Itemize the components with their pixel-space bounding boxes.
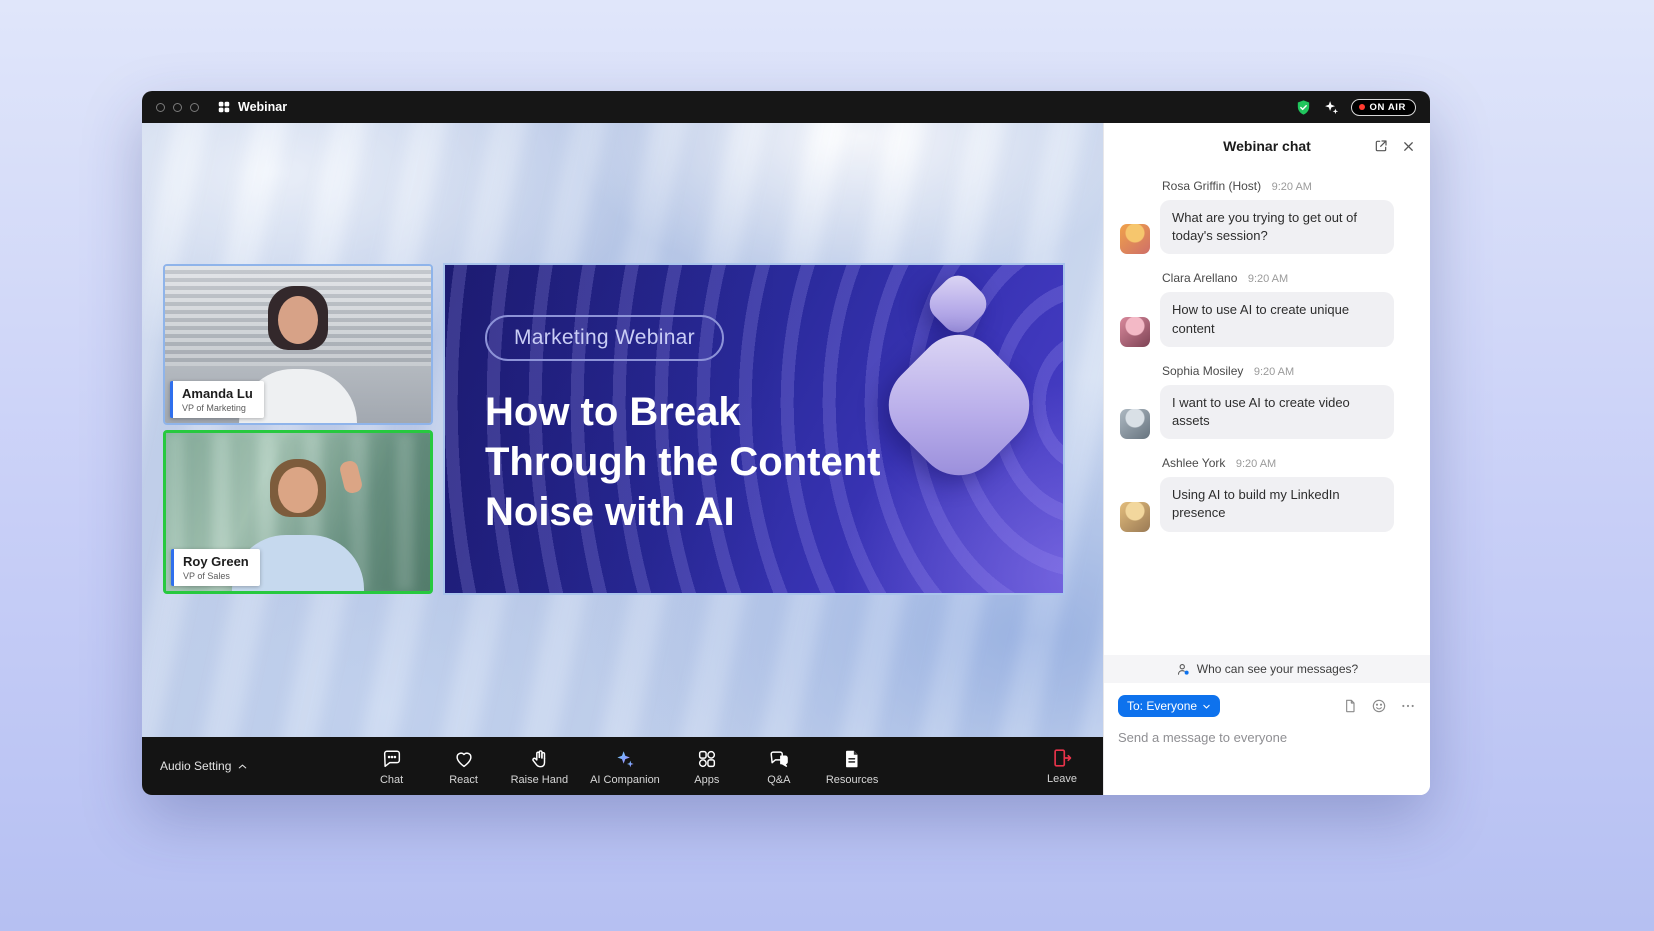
message-bubble: How to use AI to create unique content (1160, 292, 1394, 346)
chat-title: Webinar chat (1223, 138, 1311, 154)
message-time: 9:20 AM (1236, 458, 1276, 470)
chat-message-list[interactable]: Rosa Griffin (Host) 9:20 AM What are you… (1104, 169, 1430, 655)
chat-message: Ashlee York 9:20 AM Using AI to build my… (1120, 454, 1414, 531)
chat-message: Clara Arellano 9:20 AM How to use AI to … (1120, 269, 1414, 346)
shared-presentation-slide: Marketing Webinar How to Break Through t… (443, 263, 1065, 595)
qa-button[interactable]: Q&A (750, 744, 808, 788)
chat-message: Sophia Mosiley 9:20 AM I want to use AI … (1120, 362, 1414, 439)
chat-message: Rosa Griffin (Host) 9:20 AM What are you… (1120, 177, 1414, 254)
on-air-badge: ON AIR (1351, 99, 1417, 116)
recipient-selector[interactable]: To: Everyone (1118, 695, 1220, 717)
pop-out-icon[interactable] (1373, 138, 1389, 154)
window-maximize-button[interactable] (190, 103, 199, 112)
chat-composer: To: Everyone (1104, 683, 1430, 795)
webinar-chat-panel: Webinar chat (1103, 123, 1430, 795)
message-bubble: I want to use AI to create video assets (1160, 385, 1394, 439)
avatar (1120, 317, 1150, 347)
avatar (1120, 409, 1150, 439)
message-author: Rosa Griffin (Host) (1162, 179, 1261, 193)
message-author: Ashlee York (1162, 456, 1225, 470)
participant-tile-roy[interactable]: Roy Green VP of Sales (163, 430, 433, 594)
person-status-icon (1176, 662, 1191, 677)
message-bubble: What are you trying to get out of today'… (1160, 200, 1394, 254)
message-time: 9:20 AM (1254, 366, 1294, 378)
ai-sparkle-icon (614, 748, 636, 770)
message-bubble: Using AI to build my LinkedIn presence (1160, 477, 1394, 531)
participant-tile-amanda[interactable]: Amanda Lu VP of Marketing (163, 264, 433, 425)
chat-bubble-icon (381, 748, 403, 770)
message-time: 9:20 AM (1248, 273, 1288, 285)
participant-name: Roy Green (183, 554, 249, 569)
nametag: Amanda Lu VP of Marketing (170, 381, 264, 418)
close-icon[interactable] (1401, 139, 1416, 154)
participant-role: VP of Marketing (182, 403, 253, 413)
ai-sparkle-icon[interactable] (1323, 99, 1340, 116)
chat-button[interactable]: Chat (363, 744, 421, 788)
leave-button[interactable]: Leave (1047, 747, 1077, 785)
window-minimize-button[interactable] (173, 103, 182, 112)
participant-role: VP of Sales (183, 571, 249, 581)
chat-message-input[interactable] (1118, 730, 1416, 745)
avatar (1120, 502, 1150, 532)
message-time: 9:20 AM (1272, 181, 1312, 193)
heart-icon (453, 748, 475, 770)
raise-hand-button[interactable]: Raise Hand (507, 744, 572, 788)
window-close-button[interactable] (156, 103, 165, 112)
shield-check-icon[interactable] (1295, 99, 1312, 116)
window-controls (156, 103, 199, 112)
resources-button[interactable]: Resources (822, 744, 883, 788)
webinar-stage: Amanda Lu VP of Marketing Roy Green VP (142, 123, 1103, 795)
qa-bubbles-icon (768, 748, 790, 770)
message-author: Clara Arellano (1162, 271, 1237, 285)
participant-name: Amanda Lu (182, 386, 253, 401)
audio-setting-label: Audio Setting (160, 759, 231, 773)
file-attach-icon[interactable] (1342, 698, 1358, 714)
document-icon (841, 748, 863, 770)
message-author: Sophia Mosiley (1162, 364, 1243, 378)
meeting-toolbar: Audio Setting Chat (142, 737, 1103, 795)
slide-title: How to Break Through the Content Noise w… (485, 387, 880, 537)
avatar (1120, 224, 1150, 254)
on-air-label: ON AIR (1370, 102, 1407, 113)
ai-companion-button[interactable]: AI Companion (586, 744, 664, 788)
leave-door-icon (1051, 747, 1073, 769)
app-title: Webinar (238, 100, 287, 114)
titlebar: Webinar ON AIR (142, 91, 1430, 123)
message-visibility-note: Who can see your messages? (1104, 655, 1430, 683)
emoji-icon[interactable] (1371, 698, 1387, 714)
apps-grid-icon (696, 748, 718, 770)
people-grid-icon (217, 100, 231, 114)
apps-button[interactable]: Apps (678, 744, 736, 788)
raised-hand-icon (528, 748, 550, 770)
audio-setting-button[interactable]: Audio Setting (160, 759, 248, 773)
chevron-up-icon (237, 761, 248, 772)
video-area: Amanda Lu VP of Marketing Roy Green VP (142, 123, 1103, 737)
chevron-down-icon (1202, 702, 1211, 711)
more-options-icon[interactable] (1400, 698, 1416, 714)
nametag: Roy Green VP of Sales (171, 549, 260, 586)
chat-header: Webinar chat (1104, 123, 1430, 169)
webinar-window: Webinar ON AIR (142, 91, 1430, 795)
app-label: Webinar (217, 100, 287, 114)
on-air-dot (1359, 104, 1365, 110)
slide-badge: Marketing Webinar (485, 315, 724, 361)
react-button[interactable]: React (435, 744, 493, 788)
